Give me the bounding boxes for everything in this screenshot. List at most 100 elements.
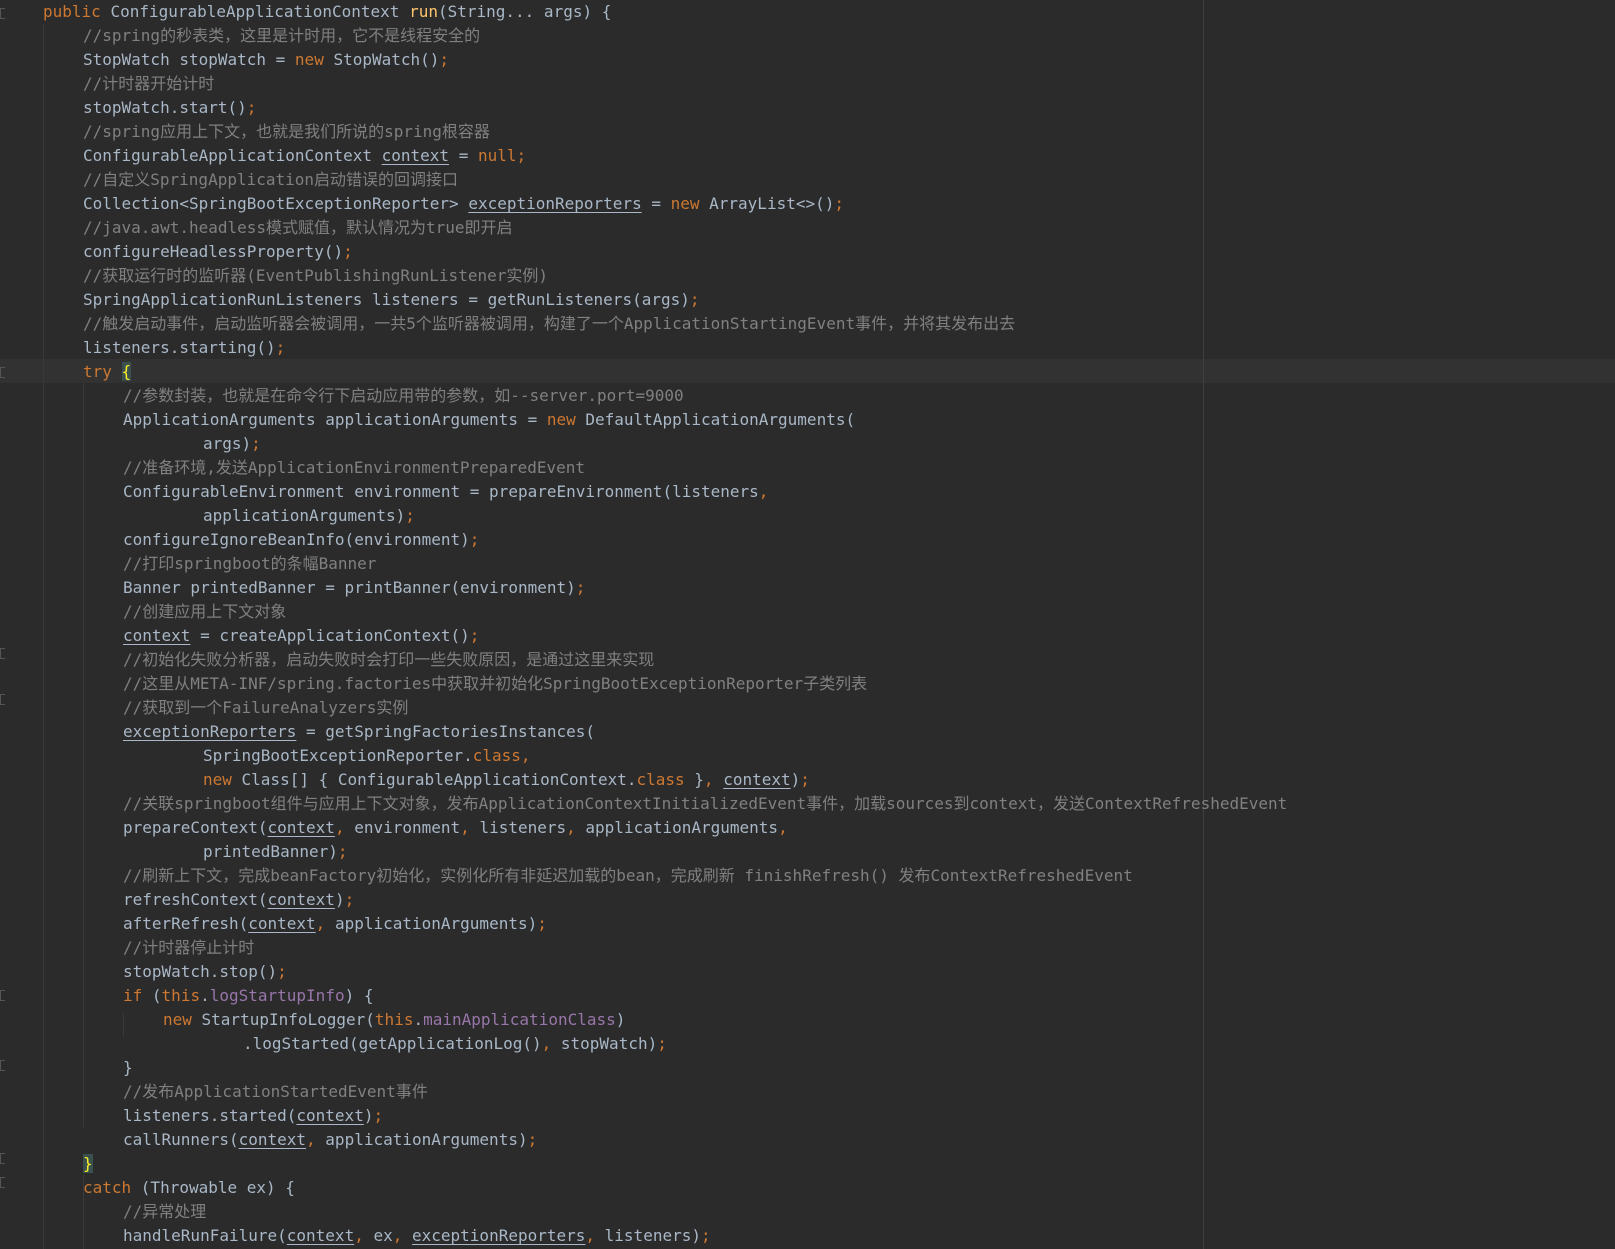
fold-marker-icon[interactable]	[0, 367, 5, 378]
code-line[interactable]: new StartupInfoLogger(this.mainApplicati…	[43, 1008, 1287, 1032]
code-token: try	[83, 362, 122, 381]
code-line[interactable]: public ConfigurableApplicationContext ru…	[43, 0, 1287, 24]
code-line[interactable]: printedBanner);	[43, 840, 1287, 864]
code-line[interactable]: }	[43, 1056, 1287, 1080]
code-token: = getSpringFactoriesInstances(	[296, 722, 596, 741]
code-token: ,	[354, 1226, 374, 1245]
code-line[interactable]: args);	[43, 432, 1287, 456]
fold-marker-icon[interactable]	[0, 648, 5, 659]
fold-marker-icon[interactable]	[0, 990, 5, 1001]
code-comment: //刷新上下文，完成beanFactory初始化，实例化所有非延迟加载的bean…	[123, 866, 1133, 885]
code-token: ;	[343, 242, 353, 261]
code-line[interactable]: Collection<SpringBootExceptionReporter> …	[43, 192, 1287, 216]
code-token: exceptionReporters	[468, 194, 642, 213]
code-line[interactable]: .logStarted(getApplicationLog(), stopWat…	[43, 1032, 1287, 1056]
code-token: new	[546, 410, 586, 429]
code-comment: //准备环境,发送ApplicationEnvironmentPreparedE…	[123, 458, 586, 477]
code-line[interactable]: //spring的秒表类，这里是计时用，它不是线程安全的	[43, 24, 1287, 48]
code-line[interactable]: //spring应用上下文，也就是我们所说的spring根容器	[43, 120, 1287, 144]
code-line[interactable]: listeners.starting();	[43, 336, 1287, 360]
code-token: ;	[405, 506, 415, 525]
code-line[interactable]: //计时器停止计时	[43, 936, 1287, 960]
code-line[interactable]: //这里从META-INF/spring.factories中获取并初始化Spr…	[43, 672, 1287, 696]
code-token: applicationArguments)	[203, 506, 406, 525]
code-token: {	[121, 362, 132, 381]
code-token: ;	[439, 50, 450, 69]
code-token: ;	[469, 626, 480, 645]
code-line[interactable]: context = createApplicationContext();	[43, 624, 1287, 648]
code-line[interactable]: ConfigurableApplicationContext context =…	[43, 144, 1287, 168]
code-token: context	[286, 1226, 355, 1245]
code-line[interactable]: callRunners(context, applicationArgument…	[43, 1128, 1287, 1152]
code-token: logStartupInfo	[209, 986, 345, 1005]
code-line[interactable]: afterRefresh(context, applicationArgumen…	[43, 912, 1287, 936]
code-token: Banner printedBanner = printBanner(envir…	[123, 578, 576, 597]
code-token: ConfigurableApplicationContext	[83, 146, 382, 165]
code-line[interactable]: //刷新上下文，完成beanFactory初始化，实例化所有非延迟加载的bean…	[43, 864, 1287, 888]
code-line[interactable]: try {	[43, 360, 1287, 384]
code-token: Class[] { ConfigurableApplicationContext…	[241, 770, 637, 789]
code-line[interactable]: //获取运行时的监听器(EventPublishingRunListener实例…	[43, 264, 1287, 288]
code-line[interactable]: ConfigurableEnvironment environment = pr…	[43, 480, 1287, 504]
code-line[interactable]: }	[43, 1152, 1287, 1176]
fold-marker-icon[interactable]	[0, 8, 5, 19]
code-line[interactable]: catch (Throwable ex) {	[43, 1176, 1287, 1200]
code-line[interactable]: Banner printedBanner = printBanner(envir…	[43, 576, 1287, 600]
code-token: ,	[334, 818, 355, 837]
code-line[interactable]: configureIgnoreBeanInfo(environment);	[43, 528, 1287, 552]
code-line[interactable]: //初始化失败分析器，启动失败时会打印一些失败原因，是通过这里来实现	[43, 648, 1287, 672]
code-token: context	[267, 890, 335, 909]
code-token: args)	[203, 434, 252, 453]
code-line[interactable]: SpringApplicationRunListeners listeners …	[43, 288, 1287, 312]
code-line[interactable]: //获取到一个FailureAnalyzers实例	[43, 696, 1287, 720]
code-token: StopWatch()	[333, 50, 440, 69]
code-token: listeners.started(	[123, 1106, 297, 1125]
code-line[interactable]: stopWatch.start();	[43, 96, 1287, 120]
fold-marker-icon[interactable]	[0, 694, 5, 705]
code-token: mainApplicationClass	[423, 1010, 616, 1029]
code-line[interactable]: //参数封装，也就是在命令行下启动应用带的参数，如--server.port=9…	[43, 384, 1287, 408]
code-token: exceptionReporters	[123, 722, 297, 741]
code-token: ,	[306, 1130, 326, 1149]
code-token: new	[203, 770, 242, 789]
code-line[interactable]: configureHeadlessProperty();	[43, 240, 1287, 264]
code-line[interactable]: //java.awt.headless模式赋值，默认情况为true即开启	[43, 216, 1287, 240]
code-editor[interactable]: public ConfigurableApplicationContext ru…	[0, 0, 1615, 1249]
code-token: SpringApplicationRunListeners listeners …	[83, 290, 690, 309]
code-token: .	[200, 986, 210, 1005]
code-line[interactable]: if (this.logStartupInfo) {	[43, 984, 1287, 1008]
code-line[interactable]: //打印springboot的条幅Banner	[43, 552, 1287, 576]
code-line[interactable]: new Class[] { ConfigurableApplicationCon…	[43, 768, 1287, 792]
code-token: refreshContext(	[123, 890, 268, 909]
code-line[interactable]: listeners.started(context);	[43, 1104, 1287, 1128]
code-line[interactable]: refreshContext(context);	[43, 888, 1287, 912]
code-token: configureIgnoreBeanInfo(environment)	[123, 530, 470, 549]
code-token: new	[294, 50, 334, 69]
code-line[interactable]: //发布ApplicationStartedEvent事件	[43, 1080, 1287, 1104]
code-line[interactable]: //创建应用上下文对象	[43, 600, 1287, 624]
code-line[interactable]: stopWatch.stop();	[43, 960, 1287, 984]
code-line[interactable]: //计时器开始计时	[43, 72, 1287, 96]
code-token: context	[238, 1130, 307, 1149]
code-line[interactable]: ApplicationArguments applicationArgument…	[43, 408, 1287, 432]
code-token: ArrayList<>()	[709, 194, 835, 213]
code-line[interactable]: prepareContext(context, environment, lis…	[43, 816, 1287, 840]
code-line[interactable]: //自定义SpringApplication启动错误的回调接口	[43, 168, 1287, 192]
fold-marker-icon[interactable]	[0, 1177, 5, 1188]
code-line[interactable]: //异常处理	[43, 1200, 1287, 1224]
fold-marker-icon[interactable]	[0, 1153, 5, 1164]
code-line[interactable]: SpringBootExceptionReporter.class,	[43, 744, 1287, 768]
code-token: listeners.starting()	[83, 338, 276, 357]
code-line[interactable]: applicationArguments);	[43, 504, 1287, 528]
code-line[interactable]: StopWatch stopWatch = new StopWatch();	[43, 48, 1287, 72]
code-token: exceptionReporters	[412, 1226, 586, 1245]
code-line[interactable]: //准备环境,发送ApplicationEnvironmentPreparedE…	[43, 456, 1287, 480]
code-line[interactable]: //触发启动事件，启动监听器会被调用，一共5个监听器被调用，构建了一个Appli…	[43, 312, 1287, 336]
code-token: SpringBootExceptionReporter.	[203, 746, 473, 765]
code-line[interactable]: //关联springboot组件与应用上下文对象，发布ApplicationCo…	[43, 792, 1287, 816]
code-lines[interactable]: public ConfigurableApplicationContext ru…	[43, 0, 1287, 1248]
code-token: ,	[541, 1034, 561, 1053]
code-line[interactable]: exceptionReporters = getSpringFactoriesI…	[43, 720, 1287, 744]
code-line[interactable]: handleRunFailure(context, ex, exceptionR…	[43, 1224, 1287, 1248]
fold-marker-icon[interactable]	[0, 1060, 5, 1071]
